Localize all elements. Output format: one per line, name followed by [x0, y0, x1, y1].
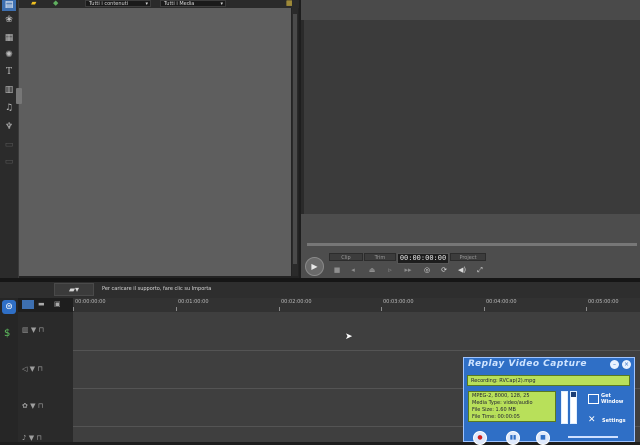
path-icon[interactable]: ▭	[2, 139, 16, 151]
import-folder-button[interactable]: ▰▾	[54, 283, 94, 296]
storyboard-view-button[interactable]	[22, 300, 34, 309]
instant-project-icon[interactable]: ❀	[2, 14, 16, 26]
settings-button[interactable]: Settings	[602, 416, 632, 426]
library-toolbar: ▰ ◆ Tutti i contenuti ▾ Tutti i Media ▾ …	[19, 0, 299, 8]
panel-collapse-handle[interactable]	[16, 88, 22, 104]
fullscreen-icon[interactable]: ⤢	[474, 265, 486, 275]
contents-filter-label: Tutti i contenuti	[89, 1, 129, 7]
media-library-panel: ▰ ◆ Tutti i contenuti ▾ Tutti i Media ▾ …	[16, 0, 299, 278]
pause-button[interactable]: ▮▮	[506, 431, 520, 445]
chevron-down-icon: ▾	[145, 1, 148, 7]
library-content-area[interactable]	[19, 8, 291, 276]
cursor-icon: ➤	[345, 332, 353, 342]
preview-screen	[304, 20, 640, 214]
minimize-icon[interactable]: –	[610, 360, 619, 369]
timeline-side-strip: ⊜ $	[0, 298, 18, 442]
preview-panel	[301, 0, 640, 278]
ruler-tick	[176, 307, 177, 311]
audio-mixer-icon[interactable]: $	[4, 328, 10, 339]
play-button[interactable]: ▶	[305, 257, 324, 276]
track-divider	[73, 350, 640, 351]
info-line: Media Type: video/audio	[472, 400, 533, 406]
media-filter-dropdown[interactable]: Tutti i Media ▾	[160, 0, 226, 7]
capture-info-panel: MPEG-2, 8000, 128, 25 Media Type: video/…	[468, 391, 556, 422]
ruler-tick	[484, 307, 485, 311]
ruler-label: 00:03:00:00	[383, 299, 414, 305]
media-filter-label: Tutti i Media	[164, 1, 195, 7]
effect-icon[interactable]: ✺	[2, 49, 16, 61]
play-icon: ▶	[311, 262, 318, 271]
settings-icon[interactable]: ✕	[588, 415, 596, 425]
ruler-label: 00:05:00:00	[588, 299, 619, 305]
ruler-label: 00:02:00:00	[281, 299, 312, 305]
project-mode-field[interactable]: Project	[450, 253, 486, 261]
timecode-display[interactable]: 00:00:00:00	[397, 253, 449, 264]
ruler-label: 00:01:00:00	[178, 299, 209, 305]
capture-title: Replay Video Capture	[468, 359, 588, 369]
clip-mode-field[interactable]: Clip	[329, 253, 363, 261]
folder-icon[interactable]: ▰	[31, 0, 36, 7]
media-library-icon[interactable]: ▤	[2, 0, 16, 11]
meter-fill	[562, 392, 567, 423]
audio-icon[interactable]: ♫	[2, 102, 16, 114]
preview-scrubber[interactable]	[307, 243, 637, 246]
video-track-icon[interactable]: ▥ ▼ ⊓	[22, 326, 44, 334]
window-icon[interactable]	[588, 394, 599, 404]
library-scroll-thumb[interactable]	[293, 14, 297, 264]
stop-button[interactable]: ■	[331, 265, 343, 275]
ruler-label: 00:04:00:00	[486, 299, 517, 305]
view-options-icon[interactable]: ▦	[286, 0, 293, 7]
audio-meter-right	[570, 391, 577, 424]
step-forward-button[interactable]: ▹	[384, 265, 396, 275]
import-hint: Per caricare il supporto, fare clic su I…	[102, 286, 212, 292]
meter-fill	[571, 396, 576, 423]
media-tool-strip: ▤ ❀ ▦ ✺ T ▥ ♫ ♆ ▭ ▭	[0, 0, 19, 278]
loop-button[interactable]: ◎	[421, 265, 433, 275]
get-window-button[interactable]: Get Window	[601, 393, 631, 411]
mic-icon[interactable]: ♆	[2, 121, 16, 133]
overlay-track-icon[interactable]: ◁ ▼ ⊓	[22, 365, 43, 373]
volume-icon[interactable]: ◀)	[456, 265, 468, 275]
capture-widget: Replay Video Capture – × Recording: RVCa…	[463, 357, 635, 445]
repeat-button[interactable]: ⟳	[438, 265, 450, 275]
info-line: File Time: 00:00:05	[472, 414, 520, 420]
add-track-button[interactable]: ▣	[54, 300, 64, 309]
timeline-toolbar	[0, 282, 640, 298]
end-button[interactable]: ▸▸	[402, 265, 414, 275]
home-button[interactable]: ⏏	[366, 265, 378, 275]
trim-field[interactable]: Trim	[364, 253, 396, 261]
transition-icon[interactable]: ▦	[2, 32, 16, 44]
timeline-ruler[interactable]: 00:00:00:00 00:01:00:00 00:02:00:00 00:0…	[73, 298, 640, 313]
timeline-view-icon[interactable]: ⊜	[2, 300, 16, 314]
preview-header	[301, 0, 640, 20]
info-line: MPEG-2, 8000, 128, 25	[472, 393, 530, 399]
capture-volume-slider[interactable]	[568, 436, 618, 438]
record-button[interactable]: ●	[473, 431, 487, 445]
chevron-down-icon: ▾	[220, 1, 223, 7]
voice-track-icon[interactable]: ♪ ▼ ⊓	[22, 434, 42, 442]
info-line: File Size: 1.60 MB	[472, 407, 516, 413]
stop-capture-button[interactable]: ■	[536, 431, 550, 445]
import-icon[interactable]: ◆	[53, 0, 58, 7]
recording-field: Recording: RVCap(2).mpg	[467, 375, 630, 386]
motion-icon[interactable]: ▭	[2, 156, 16, 168]
ruler-label: 00:00:00:00	[75, 299, 106, 305]
contents-filter-dropdown[interactable]: Tutti i contenuti ▾	[85, 0, 151, 7]
ruler-tick	[73, 307, 74, 311]
audio-meter-left	[561, 391, 568, 424]
title-track-icon[interactable]: ✿ ▼ ⊓	[22, 402, 43, 410]
ruler-tick	[586, 307, 587, 311]
ruler-tick	[279, 307, 280, 311]
overlay-icon[interactable]: ▥	[2, 84, 16, 96]
close-icon[interactable]: ×	[622, 360, 631, 369]
timeline-view-button[interactable]: ▬	[38, 300, 48, 309]
prev-button[interactable]: ◂	[347, 265, 359, 275]
title-icon[interactable]: T	[2, 66, 16, 78]
folder-icon: ▰▾	[68, 285, 80, 294]
ruler-tick	[381, 307, 382, 311]
